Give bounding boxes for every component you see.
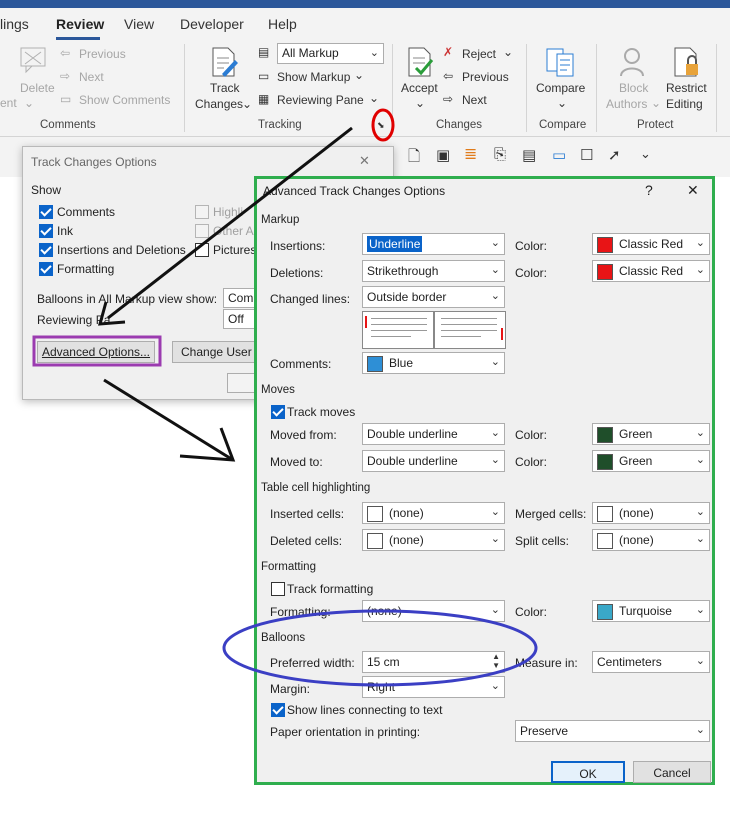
blue-ellipse-annotation	[222, 609, 538, 687]
purple-box-annotation	[32, 335, 162, 367]
arrow-annotation	[107, 126, 353, 320]
annotation-overlay	[32, 108, 538, 687]
red-circle-annotation	[371, 108, 395, 142]
arrow-annotation	[103, 378, 234, 462]
